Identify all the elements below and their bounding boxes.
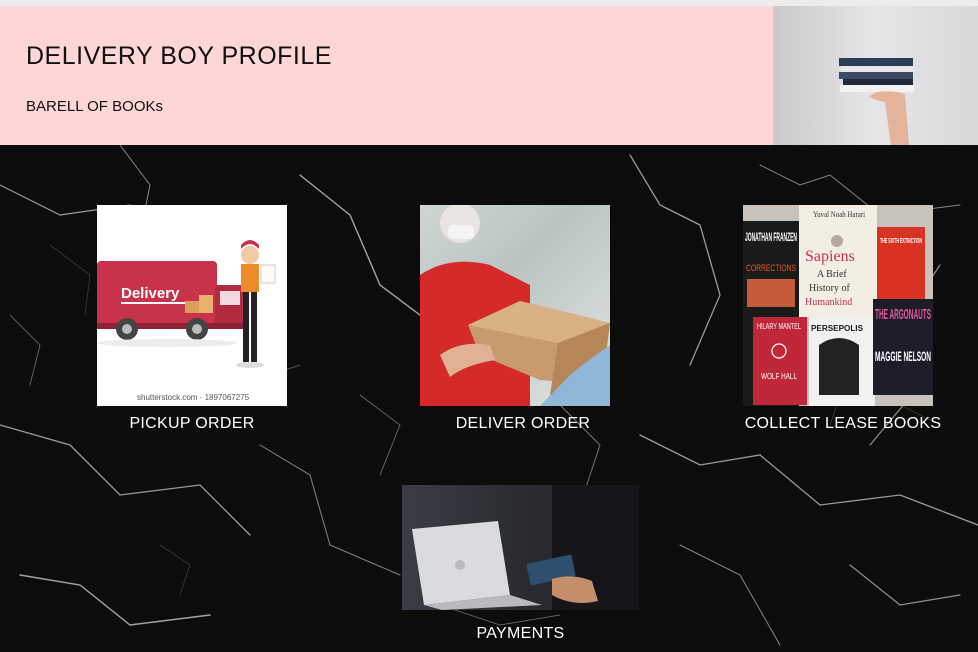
profile-header: DELIVERY BOY PROFILE BARELL OF BOOKs [0,6,773,145]
svg-text:WOLF HALL: WOLF HALL [761,372,797,381]
collect-lease-books-card[interactable]: JONATHAN FRANZEN CORRECTIONS HILARY MANT… [743,205,943,435]
svg-text:History of: History of [809,283,851,294]
delivery-van-illustration: Delivery shutterstock.com · 1897067275 [97,205,287,406]
svg-text:PERSEPOLIS: PERSEPOLIS [811,324,864,333]
deliver-order-label: DELIVER ORDER [455,415,591,432]
svg-text:HILARY MANTEL: HILARY MANTEL [757,322,801,331]
deliver-order-card[interactable]: DELIVER ORDER [420,205,610,435]
brand-name: BARELL OF BOOKs [26,98,163,115]
laptop-card-payment-photo [402,485,639,610]
pickup-order-card[interactable]: Delivery shutterstock.com · 1897067275 P… [97,205,287,435]
hand-holding-books-photo [773,6,978,145]
svg-text:THE SIXTH EXTINCTION: THE SIXTH EXTINCTION [880,238,922,245]
dashboard-area: Delivery shutterstock.com · 1897067275 P… [0,145,978,652]
svg-text:THE ARGONAUTS: THE ARGONAUTS [875,306,931,323]
svg-text:Yuval Noah Harari: Yuval Noah Harari [813,210,866,219]
van-delivery-text: Delivery [121,285,180,302]
svg-text:CORRECTIONS: CORRECTIONS [746,263,796,273]
svg-text:Sapiens: Sapiens [805,248,855,265]
svg-text:JONATHAN FRANZEN: JONATHAN FRANZEN [745,230,797,244]
svg-text:Humankind: Humankind [805,297,852,308]
page-title: DELIVERY BOY PROFILE [26,42,332,70]
payments-card[interactable]: PAYMENTS [402,485,639,647]
svg-text:MAGGIE NELSON: MAGGIE NELSON [875,348,931,364]
svg-text:A Brief: A Brief [817,269,847,280]
package-handover-photo [420,205,610,406]
book-covers-collage: JONATHAN FRANZEN CORRECTIONS HILARY MANT… [743,205,933,406]
stock-watermark: shutterstock.com · 1897067275 [137,393,250,402]
collect-lease-books-label: COLLECT LEASE BOOKS [744,415,942,432]
payments-label: PAYMENTS [476,625,565,642]
pickup-order-label: PICKUP ORDER [129,415,255,432]
